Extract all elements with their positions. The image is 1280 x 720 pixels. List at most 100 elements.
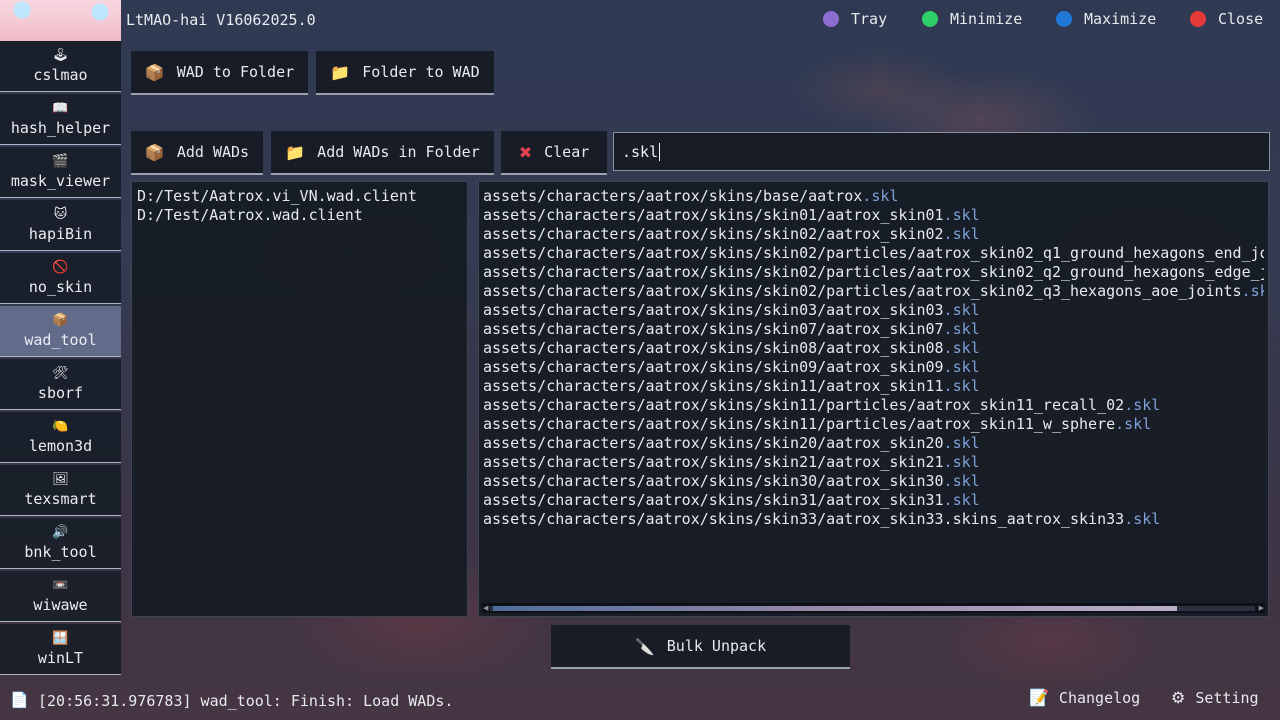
sidebar-item-icon: 🕹 [52, 48, 69, 63]
file-path: assets/characters/aatrox/skins/skin08/aa… [483, 339, 944, 357]
scroll-thumb[interactable] [493, 606, 1177, 611]
sidebar-item-label: texsmart [24, 490, 97, 508]
sidebar-item-label: sborf [37, 384, 84, 402]
list-item[interactable]: assets/characters/aatrox/skins/skin08/aa… [483, 339, 1264, 358]
sidebar-item-icon: 🛠 [52, 366, 69, 381]
file-path: assets/characters/aatrox/skins/skin03/aa… [483, 301, 944, 319]
file-extension: .skl [943, 339, 980, 357]
file-path: assets/characters/aatrox/skins/skin20/aa… [483, 434, 944, 452]
sidebar-item-label: winLT [37, 649, 84, 667]
knife-icon: 🔪 [634, 636, 655, 656]
tray-button[interactable]: Tray [823, 10, 887, 28]
sidebar-item-lemon3d[interactable]: 🍋 lemon3d [0, 412, 121, 463]
file-path: assets/characters/aatrox/skins/skin07/aa… [483, 320, 944, 338]
bulk-unpack-button[interactable]: 🔪 Bulk Unpack [551, 625, 850, 669]
folder-to-wad-button[interactable]: 📁 Folder to WAD [316, 51, 494, 95]
changelog-button[interactable]: 📝 Changelog [1029, 688, 1140, 707]
list-item[interactable]: assets/characters/aatrox/skins/base/aatr… [483, 187, 1264, 206]
sidebar-item-hapibin[interactable]: 🐱 hapiBin [0, 200, 121, 251]
minimize-button[interactable]: Minimize [922, 10, 1022, 28]
file-extension: .skl [943, 453, 980, 471]
file-extension: .skl [1124, 510, 1161, 528]
file-path: assets/characters/aatrox/skins/base/aatr… [483, 187, 863, 205]
wad-to-folder-label: WAD to Folder [176, 63, 295, 81]
sidebar-item-no-skin[interactable]: 🚫 no_skin [0, 253, 121, 304]
list-item[interactable]: assets/characters/aatrox/skins/skin07/aa… [483, 320, 1264, 339]
setting-button[interactable]: ⚙ Setting [1171, 688, 1259, 707]
sidebar-item-texsmart[interactable]: 🖼 texsmart [0, 465, 121, 516]
sidebar-item-icon: 📼 [52, 578, 69, 593]
list-item[interactable]: assets/characters/aatrox/skins/skin11/pa… [483, 415, 1264, 434]
file-path: assets/characters/aatrox/skins/skin11/pa… [483, 415, 1116, 433]
file-extension: .skl [943, 320, 980, 338]
setting-label: Setting [1195, 688, 1259, 707]
file-path: assets/characters/aatrox/skins/skin09/aa… [483, 358, 944, 376]
maximize-button[interactable]: Maximize [1056, 10, 1156, 28]
log-icon: 📄 [10, 691, 29, 709]
file-path: assets/characters/aatrox/skins/skin02/pa… [483, 282, 1242, 300]
sidebar-item-cslmao[interactable]: 🕹 cslmao [0, 41, 121, 92]
file-extension: .skl [943, 377, 980, 395]
close-button[interactable]: Close [1190, 10, 1263, 28]
list-item[interactable]: assets/characters/aatrox/skins/skin02/aa… [483, 225, 1264, 244]
sidebar-item-label: lemon3d [28, 437, 93, 455]
folder-icon: 📁 [330, 62, 351, 82]
sidebar-item-label: wad_tool [24, 331, 97, 349]
wad-content-list[interactable]: assets/characters/aatrox/skins/base/aatr… [478, 181, 1269, 617]
changelog-label: Changelog [1058, 688, 1141, 707]
add-wads-button[interactable]: 📦 Add WADs [131, 131, 263, 175]
sidebar-item-icon: 🐱 [53, 207, 68, 222]
scroll-right-icon[interactable]: ▶ [1259, 604, 1264, 612]
list-item[interactable]: assets/characters/aatrox/skins/skin11/pa… [483, 396, 1264, 415]
list-item[interactable]: assets/characters/aatrox/skins/skin30/aa… [483, 472, 1264, 491]
tray-dot-icon [823, 11, 839, 27]
sidebar-item-label: wiwawe [33, 596, 88, 614]
list-item[interactable]: assets/characters/aatrox/skins/skin31/aa… [483, 491, 1264, 510]
file-path: assets/characters/aatrox/skins/skin33/aa… [483, 510, 1125, 528]
sidebar-item-sborf[interactable]: 🛠 sborf [0, 359, 121, 410]
sidebar-item-winlt[interactable]: 🪟 winLT [0, 624, 121, 675]
scroll-left-icon[interactable]: ◀ [483, 604, 488, 612]
clear-button[interactable]: ✖ Clear [501, 131, 607, 175]
sidebar-item-label: hash_helper [10, 119, 111, 137]
wad-file-list[interactable]: D:/Test/Aatrox.vi_VN.wad.client D:/Test/A… [131, 181, 468, 617]
file-extension: .skl [943, 491, 980, 509]
list-item[interactable]: assets/characters/aatrox/skins/skin01/aa… [483, 206, 1264, 225]
sidebar-item-label: cslmao [33, 66, 88, 84]
list-item[interactable]: assets/characters/aatrox/skins/skin21/aa… [483, 453, 1264, 472]
list-item[interactable]: assets/characters/aatrox/skins/skin11/aa… [483, 377, 1264, 396]
sidebar-item-wiwawe[interactable]: 📼 wiwawe [0, 571, 121, 622]
sidebar-item-label: bnk_tool [24, 543, 97, 561]
list-item[interactable]: D:/Test/Aatrox.wad.client [137, 206, 462, 225]
file-path: assets/characters/aatrox/skins/skin01/aa… [483, 206, 944, 224]
list-item[interactable]: assets/characters/aatrox/skins/skin20/aa… [483, 434, 1264, 453]
list-item[interactable]: D:/Test/Aatrox.vi_VN.wad.client [137, 187, 462, 206]
sidebar-item-bnk-tool[interactable]: 🔊 bnk_tool [0, 518, 121, 569]
maximize-dot-icon [1056, 11, 1072, 27]
file-extension: .skl [943, 358, 980, 376]
wad-to-folder-button[interactable]: 📦 WAD to Folder [131, 51, 308, 95]
list-item[interactable]: assets/characters/aatrox/skins/skin03/aa… [483, 301, 1264, 320]
sidebar-item-icon: 🪟 [52, 631, 69, 646]
close-label: Close [1218, 10, 1264, 28]
horizontal-scrollbar[interactable]: ◀ ▶ [482, 603, 1265, 613]
sidebar-item-mask-viewer[interactable]: 🎬 mask_viewer [0, 147, 121, 198]
add-wads-label: Add WADs [176, 143, 250, 161]
text-caret [659, 142, 661, 161]
add-wads-in-folder-button[interactable]: 📁 Add WADs in Folder [271, 131, 494, 175]
sidebar-item-icon: 📖 [52, 101, 69, 116]
status-text: [20:56:31.976783] wad_tool: Finish: Load… [38, 691, 454, 710]
search-value: .skl [622, 142, 659, 161]
list-item[interactable]: assets/characters/aatrox/skins/skin02/pa… [483, 263, 1264, 282]
list-item[interactable]: assets/characters/aatrox/skins/skin33/aa… [483, 510, 1264, 529]
list-item[interactable]: assets/characters/aatrox/skins/skin02/pa… [483, 244, 1264, 263]
minimize-dot-icon [922, 11, 938, 27]
list-item[interactable]: assets/characters/aatrox/skins/skin09/aa… [483, 358, 1264, 377]
sidebar-item-wad-tool[interactable]: 📦 wad_tool [0, 306, 121, 357]
sidebar-item-hash-helper[interactable]: 📖 hash_helper [0, 94, 121, 145]
file-path: assets/characters/aatrox/skins/skin30/aa… [483, 472, 944, 490]
search-input[interactable]: .skl [613, 132, 1270, 171]
file-extension: .skl [943, 472, 980, 490]
file-path: assets/characters/aatrox/skins/skin11/pa… [483, 396, 1125, 414]
list-item[interactable]: assets/characters/aatrox/skins/skin02/pa… [483, 282, 1264, 301]
